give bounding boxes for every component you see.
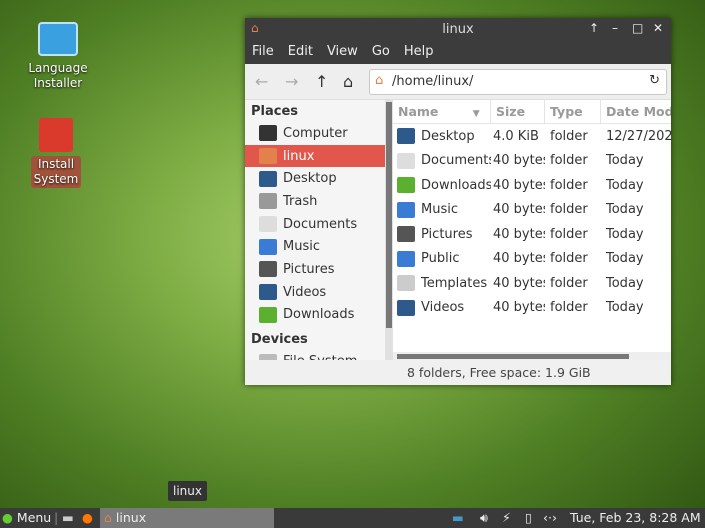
column-name[interactable]: Name ▼	[393, 100, 491, 123]
install-icon	[39, 118, 73, 152]
display-icon[interactable]: ▬	[452, 510, 464, 525]
home-icon: ⌂	[375, 73, 384, 88]
home-button[interactable]: ⌂	[343, 72, 353, 91]
keep-above-button[interactable]: ↑	[589, 21, 599, 35]
menu-go[interactable]: Go	[372, 42, 397, 64]
videos-icon	[397, 299, 415, 316]
status-bar: 8 folders, Free space: 1.9 GiB	[407, 365, 591, 380]
videos-icon	[259, 284, 277, 301]
back-button[interactable]: ←	[255, 72, 268, 91]
up-button[interactable]: ↑	[315, 72, 328, 91]
sidebar-item-computer[interactable]: Computer	[245, 122, 385, 145]
sidebar-item-videos[interactable]: Videos	[245, 281, 385, 304]
sidebar-item-file-system[interactable]: File System	[245, 350, 385, 360]
sidebar-item-pictures[interactable]: Pictures	[245, 258, 385, 281]
firefox-launcher-icon[interactable]: ●	[82, 510, 93, 525]
column-size[interactable]: Size	[491, 100, 545, 123]
menu-file[interactable]: File	[252, 42, 281, 64]
file-row[interactable]: Public 40 bytes folder Today	[393, 247, 671, 272]
clock[interactable]: Tue, Feb 23, 8:28 AM	[570, 510, 701, 525]
music-icon	[397, 201, 415, 218]
sidebar: Places Computer linux Desktop Trash Documents…	[245, 100, 385, 360]
address-bar[interactable]: ⌂ /home/linux/ ↻	[369, 69, 667, 95]
desktop-icon-language-installer[interactable]: Language Installer	[18, 22, 98, 92]
desktop-icon	[397, 128, 415, 145]
documents-icon	[259, 216, 277, 233]
language-icon	[38, 22, 78, 56]
sidebar-item-desktop[interactable]: Desktop	[245, 167, 385, 190]
mint-logo-icon: ●	[2, 510, 13, 525]
file-manager-launcher-icon[interactable]: ▬	[62, 510, 74, 525]
reload-icon[interactable]: ↻	[649, 73, 660, 88]
network-icon[interactable]: ‹·›	[543, 510, 557, 525]
maximize-button[interactable]: □	[632, 21, 643, 35]
file-row[interactable]: Downloads 40 bytes folder Today	[393, 173, 671, 198]
forward-button[interactable]: →	[285, 72, 298, 91]
public-icon	[397, 250, 415, 267]
file-row[interactable]: Documents 40 bytes folder Today	[393, 149, 671, 174]
file-row[interactable]: Desktop4.0 KiBfolder12/27/2020	[393, 124, 671, 149]
documents-icon	[397, 152, 415, 169]
sidebar-item-linux[interactable]: linux	[245, 144, 385, 168]
volume-icon[interactable]: 🔊︎	[480, 510, 488, 526]
file-row[interactable]: Music 40 bytes folder Today	[393, 198, 671, 223]
downloads-icon	[259, 306, 277, 323]
column-headers: Name ▼ Size Type Date Modi	[393, 100, 671, 124]
close-button[interactable]: ✕	[653, 21, 663, 35]
tooltip: linux	[168, 481, 207, 501]
menu-edit[interactable]: Edit	[288, 42, 320, 64]
menu-help[interactable]: Help	[404, 42, 441, 64]
desktop-icon-install-system[interactable]: Install System	[16, 118, 96, 188]
title-bar[interactable]: ⌂ linux ↑ – □ ✕	[245, 18, 671, 42]
computer-icon	[259, 125, 277, 142]
sidebar-scrollbar[interactable]	[385, 100, 393, 360]
menu-bar: File Edit View Go Help	[245, 42, 671, 64]
window-title: linux	[442, 22, 474, 37]
sidebar-item-documents[interactable]: Documents	[245, 213, 385, 236]
pictures-icon	[397, 226, 415, 243]
taskbar-item-linux[interactable]: ⌂ linux	[100, 508, 274, 528]
menu-view[interactable]: View	[327, 42, 365, 64]
column-type[interactable]: Type	[545, 100, 601, 123]
trash-icon	[259, 193, 277, 210]
toolbar: ← → ↑ ⌂ ⌂ /home/linux/ ↻	[245, 64, 671, 100]
file-list: Name ▼ Size Type Date Modi Desktop 4.0 Ki…	[393, 100, 671, 360]
sidebar-item-music[interactable]: Music	[245, 235, 385, 258]
taskbar: ● Menu | ▬ ● ⌂ linux ▬ 🔊︎ ⚡︎ ▯ ‹·› Tue, …	[0, 508, 705, 528]
file-manager-window: ⌂ linux ↑ – □ ✕ File Edit View Go Help ←…	[245, 18, 671, 385]
menu-button[interactable]: ● Menu	[2, 510, 51, 525]
sidebar-item-downloads[interactable]: Downloads	[245, 304, 385, 327]
column-date[interactable]: Date Modi	[601, 100, 671, 123]
update-icon[interactable]: ⚡︎	[502, 510, 511, 525]
music-icon	[259, 238, 277, 255]
sidebar-item-trash[interactable]: Trash	[245, 190, 385, 213]
home-icon	[259, 148, 277, 165]
downloads-icon	[397, 177, 415, 194]
pictures-icon	[259, 261, 277, 278]
file-row[interactable]: Videos 40 bytes folder Today	[393, 296, 671, 321]
minimize-button[interactable]: –	[612, 21, 618, 35]
clipboard-icon[interactable]: ▯	[525, 510, 532, 525]
file-row[interactable]: Templates 40 bytes folder Today	[393, 271, 671, 296]
horizontal-scrollbar[interactable]	[393, 352, 671, 360]
separator: |	[54, 510, 59, 525]
file-row[interactable]: Pictures 40 bytes folder Today	[393, 222, 671, 247]
devices-header: Devices	[251, 332, 308, 348]
places-header: Places	[251, 104, 299, 119]
drive-icon	[259, 353, 277, 360]
desktop-icon	[259, 170, 277, 187]
home-icon: ⌂	[104, 510, 112, 525]
templates-icon	[397, 275, 415, 292]
